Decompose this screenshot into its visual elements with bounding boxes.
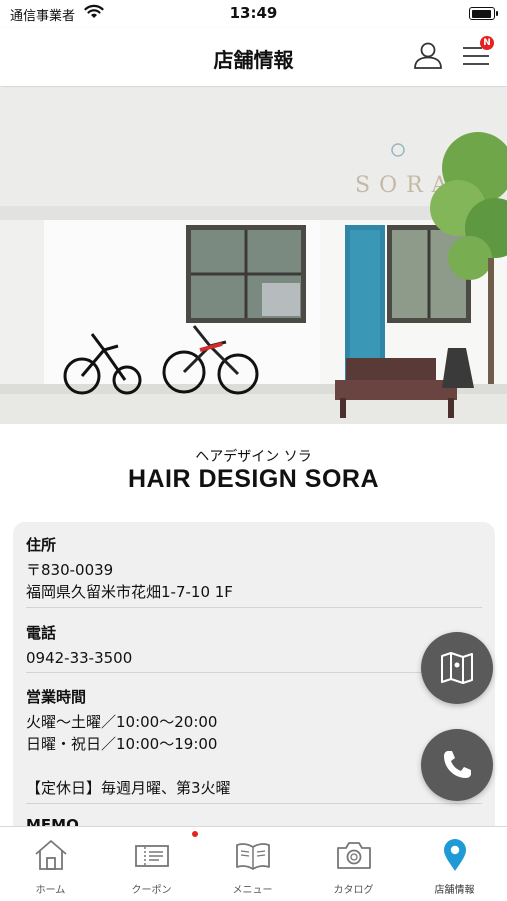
- postal-code: 〒830-0039: [26, 561, 114, 579]
- notification-badge: N: [480, 36, 494, 50]
- hours-weekday: 火曜〜土曜／10:00〜20:00: [26, 713, 218, 731]
- shop-name-kana: ヘアデザイン ソラ: [195, 449, 312, 465]
- shop-photo: SORA: [0, 88, 507, 424]
- phone-number[interactable]: 0942-33-3500: [26, 647, 481, 669]
- coupon-icon: [135, 845, 169, 867]
- tab-label: 店舗情報: [434, 885, 475, 896]
- tab-bar: ホーム クーポン メニュー カタログ 店舗情報: [0, 826, 507, 901]
- hours-section: 営業時間 火曜〜土曜／10:00〜20:00 日曜・祝日／10:00〜19:00…: [26, 686, 481, 799]
- tab-label: ホーム: [35, 885, 66, 896]
- map-button[interactable]: [421, 632, 493, 704]
- tab-catalog[interactable]: カタログ: [303, 827, 404, 901]
- tab-label: カタログ: [333, 885, 374, 896]
- tab-shop-info[interactable]: 店舗情報: [404, 827, 505, 901]
- status-time: 13:49: [229, 4, 278, 22]
- address-label: 住所: [26, 536, 57, 554]
- phone-label: 電話: [26, 624, 57, 642]
- hours-sunday: 日曜・祝日／10:00〜19:00: [26, 735, 218, 753]
- user-icon: [414, 42, 442, 69]
- tab-coupon[interactable]: クーポン: [101, 827, 202, 901]
- shop-name: HAIR DESIGN SORA: [127, 465, 380, 493]
- navigation-bar: 店舗情報 N: [0, 28, 507, 87]
- profile-button[interactable]: [412, 39, 444, 71]
- tab-label: クーポン: [131, 885, 172, 896]
- divider: [26, 803, 482, 804]
- divider: [26, 607, 482, 608]
- home-icon: [35, 840, 67, 870]
- tab-menu[interactable]: メニュー: [202, 827, 303, 901]
- phone-section: 電話 0942-33-3500: [26, 622, 481, 669]
- battery-icon: [469, 7, 498, 20]
- phone-icon: [444, 751, 471, 778]
- address-text: 福岡県久留米市花畑1-7-10 1F: [26, 583, 233, 601]
- hours-spacer: [26, 755, 481, 777]
- call-button[interactable]: [421, 729, 493, 801]
- coupon-notification-dot: [192, 831, 198, 837]
- tab-label: メニュー: [232, 885, 273, 896]
- status-bar: 通信事業者 13:49: [0, 0, 507, 28]
- map-icon: [441, 652, 473, 684]
- menu-book-icon: [236, 843, 270, 870]
- hours-label: 営業時間: [26, 688, 87, 706]
- location-pin-icon: [444, 839, 466, 871]
- address-section: 住所 〒830-0039 福岡県久留米市花畑1-7-10 1F: [26, 534, 481, 603]
- shop-info-card: 住所 〒830-0039 福岡県久留米市花畑1-7-10 1F 電話 0942-…: [13, 522, 495, 842]
- camera-icon: [337, 842, 371, 869]
- closed-days: 【定休日】毎週月曜、第3火曜: [26, 779, 231, 797]
- divider: [26, 672, 482, 673]
- tab-home[interactable]: ホーム: [0, 827, 101, 901]
